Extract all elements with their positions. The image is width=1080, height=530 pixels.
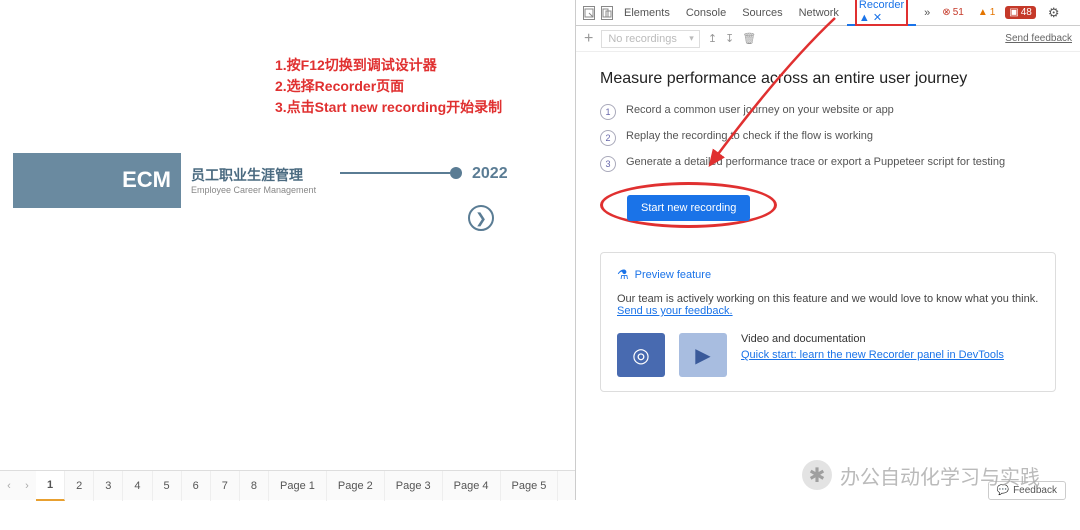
- start-new-recording-button[interactable]: Start new recording: [627, 195, 750, 221]
- devtools-pane: ElementsConsoleSourcesNetworkRecorder ▲ …: [575, 0, 1080, 500]
- issues-count-badge[interactable]: ▣ 48: [1005, 6, 1036, 19]
- page-tab[interactable]: 5: [153, 471, 182, 501]
- more-menu-icon[interactable]: ⋮: [1076, 4, 1080, 21]
- nav-prev-icon[interactable]: ‹: [0, 480, 18, 492]
- error-count-badge[interactable]: ⊗ 51: [938, 6, 968, 19]
- page-tab[interactable]: 3: [94, 471, 123, 501]
- annotation-instructions: 1.按F12切换到调试设计器 2.选择Recorder页面 3.点击Start …: [275, 55, 502, 118]
- send-feedback-inline-link[interactable]: Send us your feedback.: [617, 305, 733, 317]
- timeline-line: [340, 172, 450, 174]
- feedback-button[interactable]: 💬 Feedback: [988, 481, 1066, 500]
- year-label: 2022: [472, 165, 508, 183]
- recorder-toolbar: + No recordings ↥ ↧ 🗑 Send feedback: [576, 26, 1080, 52]
- onboarding-step: 3 Generate a detailed performance trace o…: [600, 156, 1056, 172]
- devtools-tab-console[interactable]: Console: [678, 0, 734, 26]
- more-tabs-icon[interactable]: »: [916, 0, 938, 26]
- step-number-badge: 2: [600, 130, 616, 146]
- import-icon[interactable]: ↥: [708, 32, 717, 45]
- timeline-dot: [450, 167, 462, 179]
- export-icon[interactable]: ↧: [725, 32, 734, 45]
- page-tab[interactable]: 2: [65, 471, 94, 501]
- warning-count-badge[interactable]: ▲ 1: [974, 6, 999, 19]
- devtools-tab-sources[interactable]: Sources: [734, 0, 790, 26]
- presentation-pane: 1.按F12切换到调试设计器 2.选择Recorder页面 3.点击Start …: [0, 0, 575, 500]
- onboarding-step: 1 Record a common user journey on your we…: [600, 104, 1056, 120]
- recorder-heading: Measure performance across an entire use…: [600, 70, 1056, 88]
- doc-section-title: Video and documentation: [741, 333, 1004, 345]
- devtools-tab-network[interactable]: Network: [791, 0, 847, 26]
- page-tab[interactable]: 1: [36, 471, 65, 501]
- page-tab[interactable]: 8: [240, 471, 269, 501]
- slide-title-en: Employee Career Management: [191, 185, 316, 195]
- quick-start-link[interactable]: Quick start: learn the new Recorder pane…: [741, 349, 1004, 361]
- ecm-badge: ECM: [13, 153, 181, 208]
- delete-icon[interactable]: 🗑: [742, 32, 756, 45]
- instruction-line-1: 1.按F12切换到调试设计器: [275, 55, 502, 76]
- step-text: Replay the recording to check if the flo…: [626, 130, 873, 142]
- page-tab[interactable]: Page 5: [501, 471, 559, 501]
- preview-title: Preview feature: [635, 269, 711, 281]
- recorder-body: Measure performance across an entire use…: [576, 52, 1080, 475]
- page-tab[interactable]: 6: [182, 471, 211, 501]
- recordings-dropdown[interactable]: No recordings: [601, 30, 699, 48]
- onboarding-step: 2 Replay the recording to check if the fl…: [600, 130, 1056, 146]
- page-tab[interactable]: 4: [123, 471, 152, 501]
- page-tab[interactable]: Page 3: [385, 471, 443, 501]
- instruction-line-2: 2.选择Recorder页面: [275, 76, 502, 97]
- page-tab[interactable]: 7: [211, 471, 240, 501]
- page-tab[interactable]: Page 2: [327, 471, 385, 501]
- step-number-badge: 1: [600, 104, 616, 120]
- slide-title-cn: 员工职业生涯管理: [191, 165, 316, 185]
- devtools-tab-recorder[interactable]: Recorder ▲ ✕: [847, 0, 916, 26]
- instruction-line-3: 3.点击Start new recording开始录制: [275, 97, 502, 118]
- flask-icon: ⚗: [617, 267, 629, 283]
- page-tab[interactable]: Page 4: [443, 471, 501, 501]
- annotation-ellipse: Start new recording: [600, 182, 777, 228]
- preview-text: Our team is actively working on this fea…: [617, 293, 1039, 317]
- inspect-element-icon[interactable]: [583, 6, 595, 20]
- step-text: Generate a detailed performance trace or…: [626, 156, 1005, 168]
- page-tab[interactable]: Page 1: [269, 471, 327, 501]
- devtools-tabbar: ElementsConsoleSourcesNetworkRecorder ▲ …: [576, 0, 1080, 26]
- doc-thumbnail-icon: ◎: [617, 333, 665, 377]
- nav-next-icon[interactable]: ›: [18, 480, 36, 492]
- send-feedback-link[interactable]: Send feedback: [1005, 33, 1072, 44]
- slide-page-tabs: ‹ › 12345678Page 1Page 2Page 3Page 4Page…: [0, 470, 575, 500]
- devtools-tab-elements[interactable]: Elements: [616, 0, 678, 26]
- device-toggle-icon[interactable]: [601, 6, 613, 20]
- preview-feature-card: ⚗ Preview feature Our team is actively w…: [600, 252, 1056, 392]
- gear-icon[interactable]: ⚙: [1048, 5, 1060, 21]
- chevron-right-icon[interactable]: ❯: [468, 205, 494, 231]
- add-recording-icon[interactable]: +: [584, 30, 593, 48]
- step-number-badge: 3: [600, 156, 616, 172]
- step-text: Record a common user journey on your web…: [626, 104, 894, 116]
- video-thumbnail-icon: ▶: [679, 333, 727, 377]
